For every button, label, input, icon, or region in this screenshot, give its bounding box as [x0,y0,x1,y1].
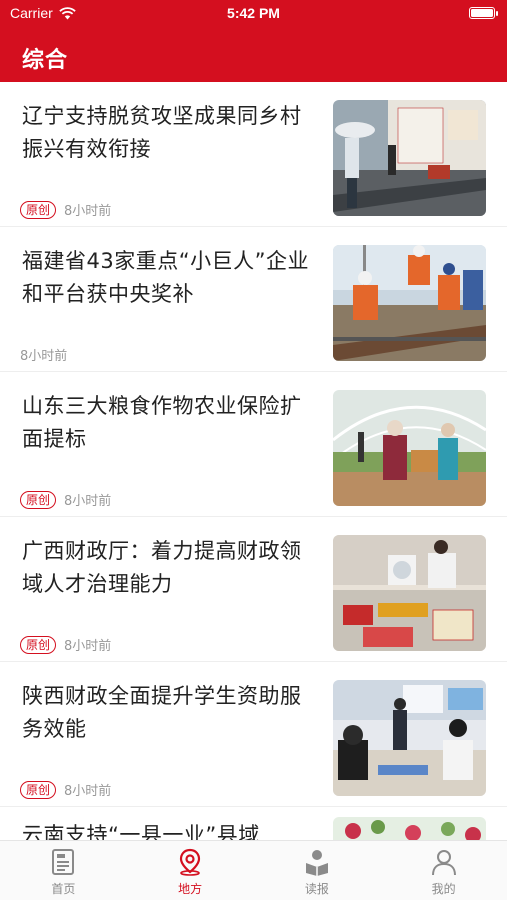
location-pin-icon [180,848,201,876]
article-thumbnail [333,245,486,361]
article-title: 福建省43家重点“小巨人”企业和平台获中央奖补 [22,249,309,306]
article-list[interactable]: 辽宁支持脱贫攻坚成果同乡村振兴有效衔接 原创 8小时前 福建省43家重点“小巨人… [0,82,507,840]
article-time: 8小时前 [20,349,68,364]
article-thumbnail [333,680,486,796]
article-item[interactable]: 云南支持“一县一业”县域 [0,807,507,840]
original-badge: 原创 [20,780,57,799]
article-thumbnail [333,535,486,651]
article-item[interactable]: 陕西财政全面提升学生资助服务效能 原创 8小时前 [0,662,507,807]
article-time: 8小时前 [64,639,112,654]
article-meta: 原创 8小时前 [20,780,111,799]
article-time: 8小时前 [64,204,112,219]
article-meta: 原创 8小时前 [20,200,111,219]
top-bar: Carrier 5:42 PM 综合 [0,0,507,82]
article-title: 广西财政厅：着力提高财政领域人才治理能力 [22,539,302,596]
article-thumbnail [333,100,486,216]
person-icon [431,850,456,876]
tab-local[interactable]: 地方 [127,841,254,900]
page-title: 综合 [22,48,69,73]
tab-home-label: 首页 [51,882,76,896]
article-item[interactable]: 广西财政厅：着力提高财政领域人才治理能力 原创 8小时前 [0,517,507,662]
original-badge: 原创 [20,200,57,219]
article-title: 辽宁支持脱贫攻坚成果同乡村振兴有效衔接 [22,104,302,161]
article-title: 陕西财政全面提升学生资助服务效能 [22,684,302,741]
article-title: 云南支持“一县一业”县域 [22,823,260,840]
tab-read-label: 读报 [304,882,329,896]
article-time: 8小时前 [64,784,112,799]
tab-bar: 首页 地方 读报 我的 [0,840,507,900]
tab-mine-label: 我的 [431,882,456,896]
tab-read[interactable]: 读报 [254,841,381,900]
original-badge: 原创 [20,490,57,509]
article-thumbnail [333,390,486,506]
article-meta: 8小时前 [20,345,67,364]
newspaper-icon [52,849,75,875]
article-time: 8小时前 [64,494,112,509]
article-meta: 原创 8小时前 [20,490,111,509]
status-time: 5:42 PM [227,5,280,21]
article-item[interactable]: 辽宁支持脱贫攻坚成果同乡村振兴有效衔接 原创 8小时前 [0,82,507,227]
original-badge: 原创 [20,635,57,654]
article-item[interactable]: 福建省43家重点“小巨人”企业和平台获中央奖补 8小时前 [0,227,507,372]
article-thumbnail [333,817,486,840]
article-item[interactable]: 山东三大粮食作物农业保险扩面提标 原创 8小时前 [0,372,507,517]
battery-icon [469,7,498,19]
tab-mine[interactable]: 我的 [380,841,507,900]
article-meta: 原创 8小时前 [20,635,111,654]
article-title: 山东三大粮食作物农业保险扩面提标 [22,394,302,451]
reader-icon [305,850,328,876]
tab-home[interactable]: 首页 [0,841,127,900]
status-bar: Carrier 5:42 PM [0,0,507,28]
tab-local-label: 地方 [178,882,203,896]
